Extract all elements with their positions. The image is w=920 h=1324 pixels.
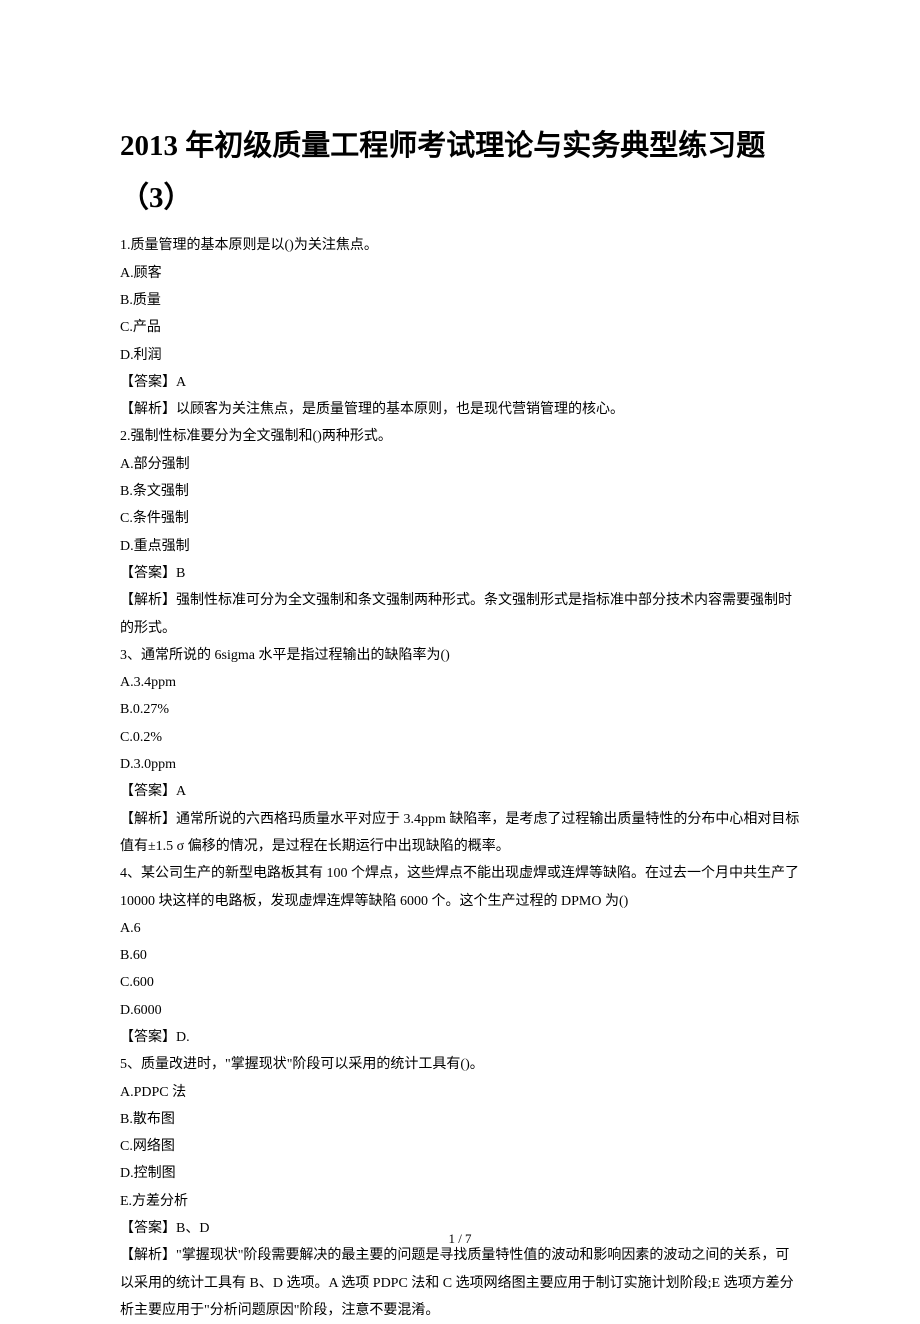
content-line: D.控制图 <box>120 1160 800 1187</box>
content-line: C.0.2% <box>120 724 800 751</box>
content-line: B.条文强制 <box>120 478 800 505</box>
content-line: D.6000 <box>120 997 800 1024</box>
content-line: B.质量 <box>120 287 800 314</box>
content-line: D.利润 <box>120 342 800 369</box>
content-line: E.方差分析 <box>120 1188 800 1215</box>
content-line: 1.质量管理的基本原则是以()为关注焦点。 <box>120 232 800 259</box>
content-line: 【答案】D. <box>120 1024 800 1051</box>
content-line: A.顾客 <box>120 260 800 287</box>
content-line: C.产品 <box>120 314 800 341</box>
content-line: C.条件强制 <box>120 505 800 532</box>
content-line: D.重点强制 <box>120 533 800 560</box>
content-line: B.散布图 <box>120 1106 800 1133</box>
content-line: A.3.4ppm <box>120 669 800 696</box>
content-line: 3、通常所说的 6sigma 水平是指过程输出的缺陷率为() <box>120 642 800 669</box>
content-line: 5、质量改进时，"掌握现状"阶段可以采用的统计工具有()。 <box>120 1051 800 1078</box>
content-line: A.PDPC 法 <box>120 1079 800 1106</box>
content-line: 【答案】A <box>120 369 800 396</box>
content-line: 【解析】通常所说的六西格玛质量水平对应于 3.4ppm 缺陷率，是考虑了过程输出… <box>120 806 800 861</box>
content-line: 2.强制性标准要分为全文强制和()两种形式。 <box>120 423 800 450</box>
content-line: 【答案】A <box>120 778 800 805</box>
document-title: 2013 年初级质量工程师考试理论与实务典型练习题（3） <box>120 120 800 224</box>
content-line: 【解析】以顾客为关注焦点，是质量管理的基本原则，也是现代营销管理的核心。 <box>120 396 800 423</box>
content-line: B.60 <box>120 942 800 969</box>
content-line: C.600 <box>120 969 800 996</box>
content-line: B.0.27% <box>120 696 800 723</box>
content-line: 【解析】强制性标准可分为全文强制和条文强制两种形式。条文强制形式是指标准中部分技… <box>120 587 800 642</box>
document-content: 1.质量管理的基本原则是以()为关注焦点。A.顾客B.质量C.产品D.利润【答案… <box>120 232 800 1324</box>
content-line: 【答案】B <box>120 560 800 587</box>
page-number: 1 / 7 <box>0 1231 920 1247</box>
content-line: 4、某公司生产的新型电路板其有 100 个焊点，这些焊点不能出现虚焊或连焊等缺陷… <box>120 860 800 915</box>
content-line: D.3.0ppm <box>120 751 800 778</box>
content-line: A.6 <box>120 915 800 942</box>
content-line: C.网络图 <box>120 1133 800 1160</box>
content-line: A.部分强制 <box>120 451 800 478</box>
content-line: 【解析】"掌握现状"阶段需要解决的最主要的问题是寻找质量特性值的波动和影响因素的… <box>120 1242 800 1324</box>
